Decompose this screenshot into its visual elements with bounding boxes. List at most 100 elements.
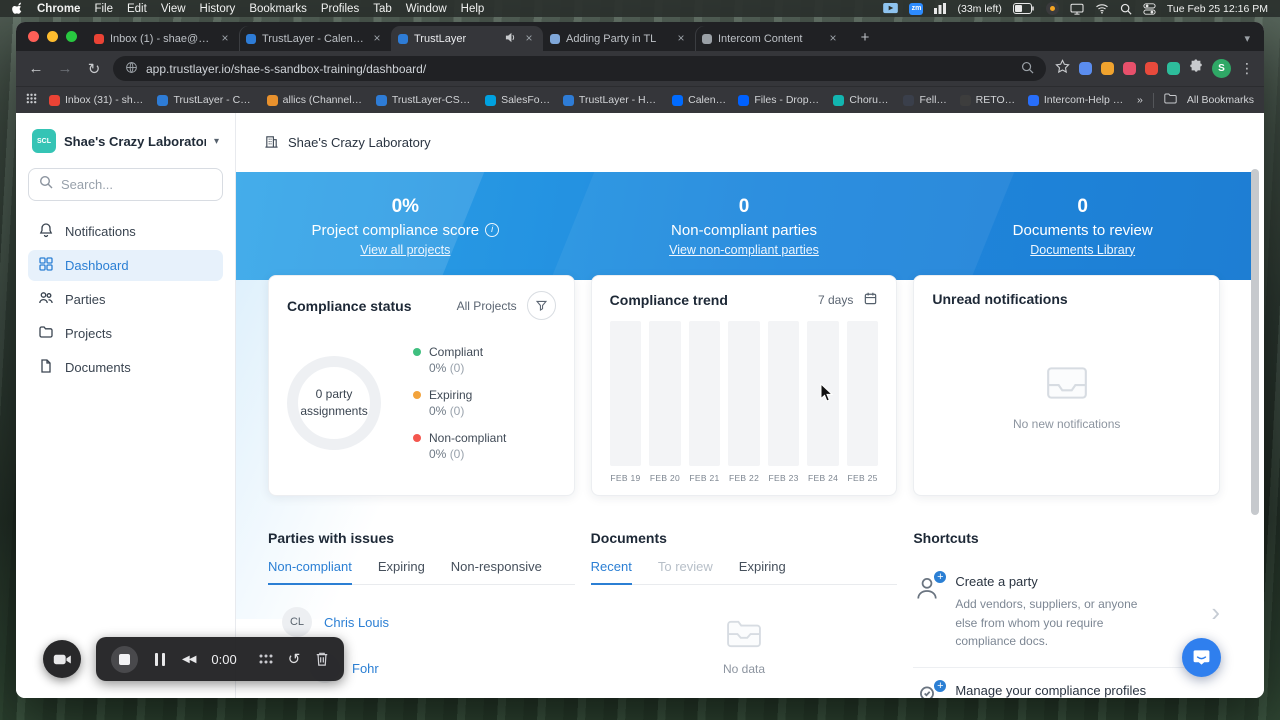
apple-menu-icon[interactable] xyxy=(12,2,23,15)
tab-to-review[interactable]: To review xyxy=(658,559,713,585)
spotlight-search-icon[interactable] xyxy=(1120,3,1132,15)
info-icon[interactable]: i xyxy=(485,223,500,237)
tab-noncompliant[interactable]: Non-compliant xyxy=(268,559,352,585)
party-row[interactable]: CL Chris Louis xyxy=(282,607,575,637)
control-center-icon[interactable] xyxy=(1143,2,1156,15)
shortcut-manage-profiles[interactable]: + Manage your compliance profiles Differ… xyxy=(913,668,1220,698)
tab-doc-expiring[interactable]: Expiring xyxy=(739,559,786,585)
party-name-link[interactable]: Chris Louis xyxy=(324,615,389,630)
bookmark-item[interactable]: TrustLayer - Home xyxy=(562,94,660,106)
close-tab-icon[interactable]: × xyxy=(826,31,840,46)
menu-file[interactable]: File xyxy=(94,3,113,15)
maximize-window-button[interactable] xyxy=(66,31,77,42)
sidebar-item-dashboard[interactable]: Dashboard xyxy=(28,250,223,281)
view-all-projects-link[interactable]: View all projects xyxy=(236,243,575,257)
shortcut-create-party[interactable]: + Create a party Add vendors, suppliers,… xyxy=(913,559,1221,668)
menu-window[interactable]: Window xyxy=(406,3,447,15)
window-menu-chevron-icon[interactable]: ▾ xyxy=(1244,32,1256,51)
close-tab-icon[interactable]: × xyxy=(674,31,688,46)
restart-recording-button[interactable]: ↺ xyxy=(288,652,301,667)
extension-icon[interactable] xyxy=(1123,62,1136,75)
tab-trustlayer-active[interactable]: TrustLayer × xyxy=(391,26,543,51)
menu-tab[interactable]: Tab xyxy=(373,3,392,15)
profile-avatar[interactable]: S xyxy=(1212,59,1231,78)
bookmark-item[interactable]: Chorus.ai xyxy=(833,94,891,106)
zoom-app-icon[interactable]: zm xyxy=(909,2,924,15)
close-window-button[interactable] xyxy=(28,31,39,42)
tab-adding-party[interactable]: Adding Party in TL × xyxy=(543,26,695,51)
display-icon[interactable] xyxy=(1070,3,1084,15)
new-tab-button[interactable]: + xyxy=(853,25,877,49)
reload-button[interactable]: ↻ xyxy=(84,60,104,78)
site-info-icon[interactable] xyxy=(125,61,138,77)
tab-calendar[interactable]: TrustLayer - Calendar - Week × xyxy=(239,26,391,51)
menu-edit[interactable]: Edit xyxy=(127,3,147,15)
sidebar-item-projects[interactable]: Projects xyxy=(28,318,223,349)
intercom-chat-button[interactable] xyxy=(1182,638,1221,677)
party-name-link[interactable]: Fohr xyxy=(352,661,379,676)
back-button[interactable]: ← xyxy=(26,60,46,77)
tab-expiring[interactable]: Expiring xyxy=(378,559,425,585)
bookmark-item[interactable]: TrustLayer - Calen.. xyxy=(157,94,255,106)
all-bookmarks-folder-icon[interactable] xyxy=(1164,93,1177,107)
zoom-page-icon[interactable] xyxy=(1021,61,1034,77)
address-bar[interactable]: app.trustlayer.io/shae-s-sandbox-trainin… xyxy=(113,56,1046,81)
bookmark-item[interactable]: allics (Channel) - T.. xyxy=(266,94,364,106)
all-bookmarks-label[interactable]: All Bookmarks xyxy=(1187,94,1254,106)
extension-icon[interactable] xyxy=(1101,62,1114,75)
tab-inbox[interactable]: Inbox (1) - shae@trustlayer.io × xyxy=(87,26,239,51)
screen-mirroring-icon[interactable] xyxy=(883,3,899,14)
url-text[interactable]: app.trustlayer.io/shae-s-sandbox-trainin… xyxy=(146,62,1013,76)
bookmarks-overflow-button[interactable]: » xyxy=(1137,94,1143,106)
extension-icon[interactable] xyxy=(1167,62,1180,75)
bookmark-item[interactable]: Fellow xyxy=(903,94,948,106)
sidebar-item-parties[interactable]: Parties xyxy=(28,284,223,315)
delete-recording-button[interactable] xyxy=(315,651,329,667)
bookmark-item[interactable]: TrustLayer-CS Pla.. xyxy=(375,94,473,106)
rewind-button[interactable]: ◀◀ xyxy=(182,654,196,665)
filter-button[interactable] xyxy=(526,291,556,320)
close-tab-icon[interactable]: × xyxy=(370,31,384,46)
stats-icon[interactable] xyxy=(934,3,947,14)
pause-recording-button[interactable] xyxy=(155,652,165,666)
tab-intercom[interactable]: Intercom Content × xyxy=(695,26,847,51)
extension-icon[interactable] xyxy=(1079,62,1092,75)
bookmark-item[interactable]: Inbox (31) - shae.. xyxy=(49,94,145,106)
tab-audio-icon[interactable] xyxy=(505,32,516,46)
menubar-app-name[interactable]: Chrome xyxy=(37,3,80,15)
bookmark-item[interactable]: RETOOL xyxy=(959,94,1016,106)
tab-recent[interactable]: Recent xyxy=(590,559,632,585)
extensions-puzzle-icon[interactable] xyxy=(1189,59,1203,78)
page-scrollbar[interactable] xyxy=(1251,169,1259,515)
bookmark-star-icon[interactable] xyxy=(1055,58,1070,79)
menu-bookmarks[interactable]: Bookmarks xyxy=(249,3,307,15)
menu-profiles[interactable]: Profiles xyxy=(321,3,359,15)
workspace-switcher[interactable]: SCL Shae's Crazy Laboratory ▾ xyxy=(28,127,223,155)
extension-icon[interactable] xyxy=(1145,62,1158,75)
menubar-clock[interactable]: Tue Feb 25 12:16 PM xyxy=(1167,3,1268,15)
battery-icon[interactable] xyxy=(1012,3,1035,14)
close-tab-icon[interactable]: × xyxy=(218,31,232,46)
stop-recording-button[interactable] xyxy=(111,645,138,673)
documents-library-link[interactable]: Documents Library xyxy=(913,243,1252,257)
forward-button[interactable]: → xyxy=(55,60,75,77)
mic-indicator-icon[interactable] xyxy=(1045,2,1059,15)
menu-history[interactable]: History xyxy=(200,3,236,15)
projects-filter-label[interactable]: All Projects xyxy=(457,299,517,313)
bookmark-item[interactable]: Intercom-Help Ce.. xyxy=(1027,94,1125,106)
menu-view[interactable]: View xyxy=(161,3,186,15)
view-noncompliant-parties-link[interactable]: View non-compliant parties xyxy=(575,243,914,257)
menu-help[interactable]: Help xyxy=(461,3,485,15)
search-input[interactable] xyxy=(61,177,212,192)
minimize-window-button[interactable] xyxy=(47,31,58,42)
trend-range-label[interactable]: 7 days xyxy=(818,293,853,307)
recorder-grid-icon[interactable] xyxy=(259,654,273,664)
close-tab-icon[interactable]: × xyxy=(522,31,536,46)
sidebar-item-documents[interactable]: Documents xyxy=(28,352,223,383)
bookmark-item[interactable]: SalesForce xyxy=(485,94,551,106)
browser-menu-icon[interactable]: ⋮ xyxy=(1240,60,1254,77)
sidebar-search[interactable] xyxy=(28,168,223,201)
sidebar-item-notifications[interactable]: Notifications xyxy=(28,216,223,247)
wifi-icon[interactable] xyxy=(1095,3,1109,14)
bookmark-item[interactable]: Files - Dropbox xyxy=(738,94,821,106)
